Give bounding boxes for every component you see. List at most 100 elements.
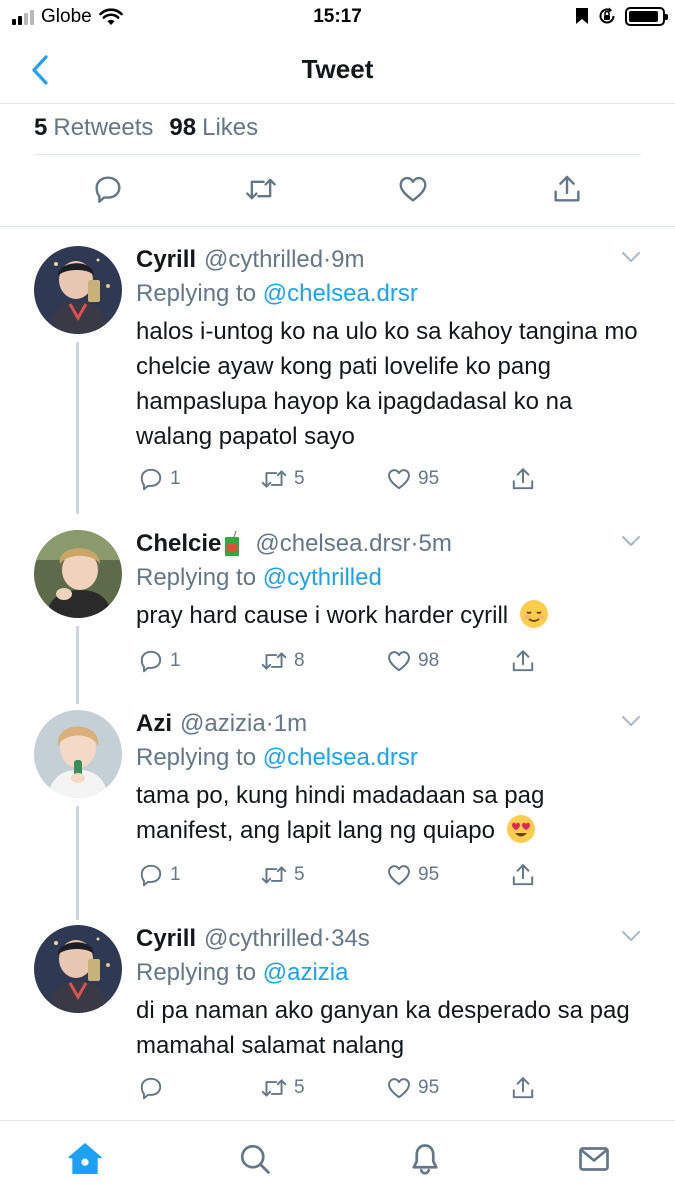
tab-home[interactable]: [65, 1139, 105, 1179]
chevron-down-icon[interactable]: [621, 714, 641, 728]
reply-icon: [140, 864, 162, 887]
retweet-button[interactable]: 5: [260, 862, 305, 888]
share-icon: [512, 864, 534, 886]
tweet-text-content: pray hard cause i work harder cyrill: [136, 602, 509, 629]
tab-messages[interactable]: [574, 1139, 614, 1179]
share-icon: [512, 650, 534, 672]
avatar[interactable]: [34, 925, 122, 1013]
thread-line: [76, 626, 79, 704]
retweet-count: 5: [294, 864, 305, 885]
reply-actions: 1 5 95: [136, 862, 556, 896]
share-button[interactable]: [550, 172, 584, 206]
juice-box-emoji: [223, 530, 241, 557]
like-button[interactable]: 98: [386, 648, 439, 674]
likes-label[interactable]: Likes: [202, 114, 258, 142]
avatar[interactable]: [34, 246, 122, 334]
reply-icon: [95, 176, 121, 203]
author-name[interactable]: Cyrill: [136, 246, 196, 274]
author-name[interactable]: Cyrill: [136, 925, 196, 953]
tweet-text-content: manifest, ang lapit lang ng quiapo: [136, 817, 495, 844]
reply-button[interactable]: [91, 172, 125, 206]
like-count: 95: [418, 1077, 440, 1098]
chevron-down-icon[interactable]: [621, 929, 641, 943]
like-button[interactable]: 95: [386, 466, 439, 492]
reply-button[interactable]: [138, 1075, 164, 1101]
share-button[interactable]: [510, 862, 536, 888]
separator-dot: ·: [410, 530, 419, 557]
retweet-button[interactable]: 8: [260, 648, 305, 674]
retweet-button[interactable]: [244, 172, 278, 206]
share-icon: [512, 468, 534, 490]
retweet-button[interactable]: 5: [260, 1075, 305, 1101]
reply-button[interactable]: 1: [138, 648, 181, 674]
replying-prefix: Replying to: [136, 959, 257, 986]
chevron-down-icon[interactable]: [621, 250, 641, 264]
reply-count: 1: [170, 468, 181, 489]
replying-prefix: Replying to: [136, 744, 257, 771]
heart-icon: [388, 469, 410, 490]
status-time: 15:17: [313, 6, 362, 27]
mail-icon: [579, 1147, 609, 1171]
reply-actions: 5 95: [136, 1075, 556, 1109]
retweets-count: 5: [34, 114, 48, 141]
heart-icon: [399, 176, 427, 202]
share-icon: [512, 1077, 534, 1099]
author-handle[interactable]: @cythrilled: [204, 246, 323, 274]
reply-button[interactable]: 1: [138, 862, 181, 888]
replying-prefix: Replying to: [136, 564, 257, 591]
author-handle[interactable]: @azizia: [180, 710, 266, 738]
reply-count: 1: [170, 650, 181, 671]
tweet-text: halos i-untog ko na ulo ko sa kahoy tang…: [136, 318, 638, 450]
share-button[interactable]: [510, 1075, 536, 1101]
author-handle[interactable]: @cythrilled: [204, 925, 323, 953]
like-button[interactable]: 95: [386, 862, 439, 888]
reply-actions: 1 5 95: [136, 466, 556, 500]
replying-to: Replying to @cythrilled: [136, 564, 382, 592]
tweet-text: tama po, kung hindi madadaan sa pag mani…: [136, 778, 646, 848]
author-name[interactable]: Chelcie: [136, 530, 221, 558]
replying-to: Replying to @azizia: [136, 959, 348, 987]
retweet-icon: [246, 178, 276, 200]
author-handle[interactable]: @chelsea.drsr: [255, 530, 410, 558]
tab-search[interactable]: [235, 1139, 275, 1179]
heart-icon: [388, 1078, 410, 1099]
tab-notifications[interactable]: [405, 1139, 445, 1179]
heart-icon: [388, 651, 410, 672]
heart-icon: [388, 865, 410, 886]
status-bar: Globe 15:17: [0, 0, 675, 36]
mention-link[interactable]: @chelsea.drsr: [263, 744, 418, 771]
mention-link[interactable]: @azizia: [263, 959, 349, 986]
timestamp: 1m: [273, 710, 308, 737]
tweet-text-line: tama po, kung hindi madadaan sa pag: [136, 782, 545, 809]
mention-link[interactable]: @cythrilled: [263, 564, 382, 591]
mention-link[interactable]: @chelsea.drsr: [263, 280, 418, 307]
orientation-lock-icon: [599, 7, 615, 24]
retweet-count: 5: [294, 1077, 305, 1098]
separator-dot: ·: [323, 925, 332, 952]
like-count: 98: [418, 650, 440, 671]
reply-icon: [140, 650, 162, 673]
thread-line: [76, 806, 79, 920]
avatar[interactable]: [34, 530, 122, 618]
chevron-down-icon[interactable]: [621, 534, 641, 548]
like-button[interactable]: [396, 172, 430, 206]
retweet-count: 5: [294, 468, 305, 489]
replying-prefix: Replying to: [136, 280, 257, 307]
reply-button[interactable]: 1: [138, 466, 181, 492]
share-button[interactable]: [510, 648, 536, 674]
reply-header: Azi @azizia · 1m: [136, 710, 307, 738]
relieved-face-emoji: [519, 599, 549, 629]
author-name[interactable]: Azi: [136, 710, 172, 738]
like-button[interactable]: 95: [386, 1075, 439, 1101]
bookmark-icon: [576, 8, 588, 24]
divider: [0, 226, 675, 227]
tweet-actions: [0, 160, 675, 222]
avatar[interactable]: [34, 710, 122, 798]
timestamp: 5m: [418, 530, 452, 557]
retweets-label[interactable]: Retweets: [53, 114, 153, 142]
retweet-button[interactable]: 5: [260, 466, 305, 492]
reply-count: 1: [170, 864, 181, 885]
share-button[interactable]: [510, 466, 536, 492]
reply-header: Chelcie @chelsea.drsr · 5m: [136, 530, 452, 558]
search-icon: [240, 1144, 270, 1174]
